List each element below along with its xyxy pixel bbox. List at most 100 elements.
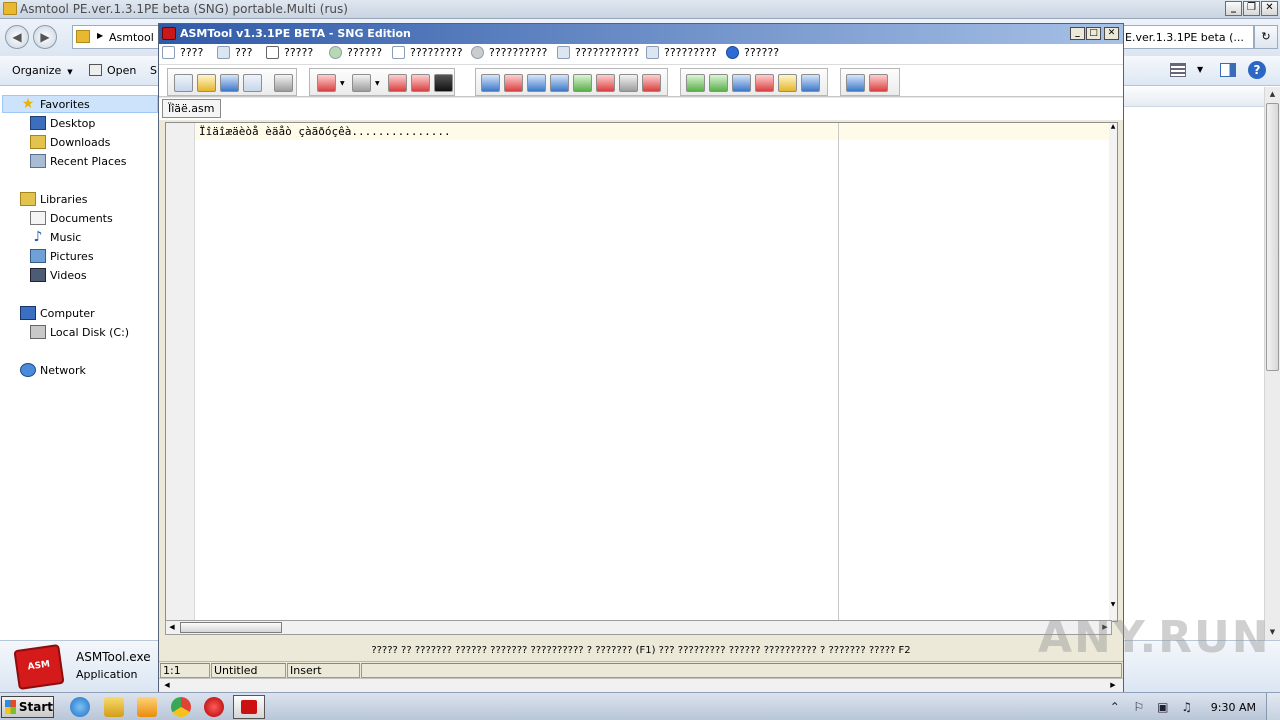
eraser-icon[interactable] <box>619 74 638 92</box>
explorer-vertical-scrollbar[interactable]: ▲ ▼ <box>1264 87 1280 640</box>
tool-icon[interactable] <box>527 74 546 92</box>
code-editor[interactable]: Ïîäîæäèòå èäåò çàãðóçêà............... ▲… <box>165 122 1118 622</box>
run-com-icon[interactable] <box>411 74 430 92</box>
redo-icon[interactable] <box>709 74 728 92</box>
help-icon[interactable]: ? <box>1248 61 1266 79</box>
media-player-icon[interactable] <box>137 697 157 717</box>
share-button[interactable]: S <box>150 64 157 77</box>
refresh-icon[interactable]: ↻ <box>1254 25 1278 49</box>
nav-item-favorites[interactable]: ★ Favorites <box>2 95 158 113</box>
compile-icon[interactable] <box>317 74 336 92</box>
nav-item-network[interactable]: Network <box>20 361 86 379</box>
menu-item-tools[interactable]: ??????????? <box>557 46 639 59</box>
save-as-icon[interactable] <box>243 74 262 92</box>
close-icon[interactable]: ✕ <box>1261 1 1278 16</box>
nav-item-local-disk[interactable]: Local Disk (C:) <box>30 323 129 341</box>
address-path-text: E.ver.1.3.1PE beta (... <box>1125 31 1244 44</box>
file-explorer-icon[interactable] <box>104 697 124 717</box>
scroll-down-icon[interactable]: ▼ <box>1109 601 1117 611</box>
select-all-icon[interactable] <box>801 74 820 92</box>
check-icon[interactable] <box>573 74 592 92</box>
open-button[interactable]: Open <box>89 64 136 77</box>
show-desktop-button[interactable] <box>1266 693 1280 720</box>
nav-item-recent-places[interactable]: Recent Places <box>30 152 127 170</box>
menu-item-edit[interactable]: ??? <box>217 46 253 59</box>
restore-icon[interactable]: ❐ <box>1243 1 1260 16</box>
bottom-horizontal-scrollbar[interactable]: ◀ ▶ <box>159 678 1123 692</box>
chrome-icon[interactable] <box>171 697 191 717</box>
nav-item-videos[interactable]: Videos <box>30 266 87 284</box>
menu-item-settings[interactable]: ?????????? <box>471 46 547 59</box>
build-settings-icon[interactable] <box>352 74 371 92</box>
cut-icon[interactable] <box>755 74 774 92</box>
save-icon[interactable] <box>220 74 239 92</box>
chevron-down-icon[interactable]: ▼ <box>1197 65 1203 74</box>
nav-item-downloads[interactable]: Downloads <box>30 133 110 151</box>
scroll-up-icon[interactable]: ▲ <box>1109 123 1117 133</box>
clipboard-icon[interactable] <box>550 74 569 92</box>
internet-explorer-icon[interactable] <box>70 697 90 717</box>
scroll-right-icon[interactable]: ▶ <box>1107 680 1119 691</box>
menu-item-format[interactable]: ????????? <box>392 46 463 59</box>
clock[interactable]: 9:30 AM <box>1211 701 1256 714</box>
forward-arrow-icon[interactable]: ▶ <box>33 25 57 49</box>
menu-item-plugins[interactable]: ????????? <box>646 46 717 59</box>
menu-item-check[interactable]: ?????? <box>329 46 382 59</box>
close-icon[interactable]: ✕ <box>1104 27 1119 40</box>
nav-item-documents[interactable]: Documents <box>30 209 113 227</box>
view-options-icon[interactable] <box>1170 63 1186 77</box>
asmtool-icon <box>241 700 257 714</box>
maximize-icon[interactable]: □ <box>1086 27 1101 40</box>
menu-item-spelling[interactable]: ????? <box>266 46 313 59</box>
new-file-icon[interactable] <box>174 74 193 92</box>
paste-icon[interactable] <box>778 74 797 92</box>
scroll-thumb[interactable] <box>1266 103 1279 371</box>
editor-vertical-scrollbar[interactable]: ▲ ▼ <box>1109 123 1117 621</box>
nav-item-libraries[interactable]: Libraries <box>20 190 88 208</box>
print-icon[interactable] <box>274 74 293 92</box>
menu-item-file[interactable]: ???? <box>162 46 203 59</box>
address-input-right[interactable]: E.ver.1.3.1PE beta (... <box>1122 25 1254 49</box>
address-segment[interactable]: Asmtool F <box>109 31 164 44</box>
chevron-down-icon[interactable]: ▼ <box>340 80 345 87</box>
scroll-thumb[interactable] <box>180 622 282 633</box>
address-input[interactable]: ▶ Asmtool F <box>72 25 164 49</box>
scroll-left-icon[interactable]: ◀ <box>166 622 178 633</box>
menu-item-help[interactable]: ?????? <box>726 46 779 59</box>
scroll-up-icon[interactable]: ▲ <box>1266 88 1279 101</box>
preview-pane-icon[interactable] <box>1220 63 1236 77</box>
copy-icon[interactable] <box>732 74 751 92</box>
show-hidden-icons-icon[interactable]: ⌃ <box>1108 700 1122 714</box>
editor-horizontal-scrollbar[interactable]: ◀ ▶ <box>165 620 1112 635</box>
taskbar-asmtool-button[interactable] <box>233 695 265 719</box>
nav-item-music[interactable]: ♪ Music <box>30 228 82 246</box>
exit-icon[interactable] <box>869 74 888 92</box>
nav-item-pictures[interactable]: Pictures <box>30 247 94 265</box>
chevron-right-icon: ▶ <box>97 31 104 40</box>
opera-icon[interactable] <box>204 697 224 717</box>
run-exe-icon[interactable] <box>388 74 407 92</box>
nav-item-computer[interactable]: Computer <box>20 304 95 322</box>
file-list-pane <box>1124 87 1280 640</box>
minimize-icon[interactable]: _ <box>1225 1 1242 16</box>
open-folder-icon[interactable] <box>197 74 216 92</box>
nav-item-desktop[interactable]: Desktop <box>30 114 95 132</box>
calculator-icon[interactable] <box>481 74 500 92</box>
binary-convert-icon[interactable] <box>596 74 615 92</box>
scroll-left-icon[interactable]: ◀ <box>161 680 173 691</box>
undo-icon[interactable] <box>686 74 705 92</box>
debug-icon[interactable] <box>642 74 661 92</box>
hex-editor-icon[interactable] <box>504 74 523 92</box>
minimize-icon[interactable]: _ <box>1070 27 1085 40</box>
tab-file[interactable]: Ïîäë.asm <box>162 99 221 118</box>
start-button[interactable]: Start <box>1 696 54 718</box>
volume-icon[interactable]: ♫ <box>1180 700 1194 714</box>
console-icon[interactable] <box>434 74 453 92</box>
code-line[interactable]: Ïîäîæäèòå èäåò çàãðóçêà............... <box>199 125 451 138</box>
network-status-icon[interactable]: ▣ <box>1156 700 1170 714</box>
action-center-flag-icon[interactable]: ⚐ <box>1132 700 1146 714</box>
back-arrow-icon[interactable]: ◀ <box>5 25 29 49</box>
organize-button[interactable]: Organize ▼ <box>12 64 73 77</box>
chevron-down-icon[interactable]: ▼ <box>375 80 380 87</box>
info-icon[interactable] <box>846 74 865 92</box>
